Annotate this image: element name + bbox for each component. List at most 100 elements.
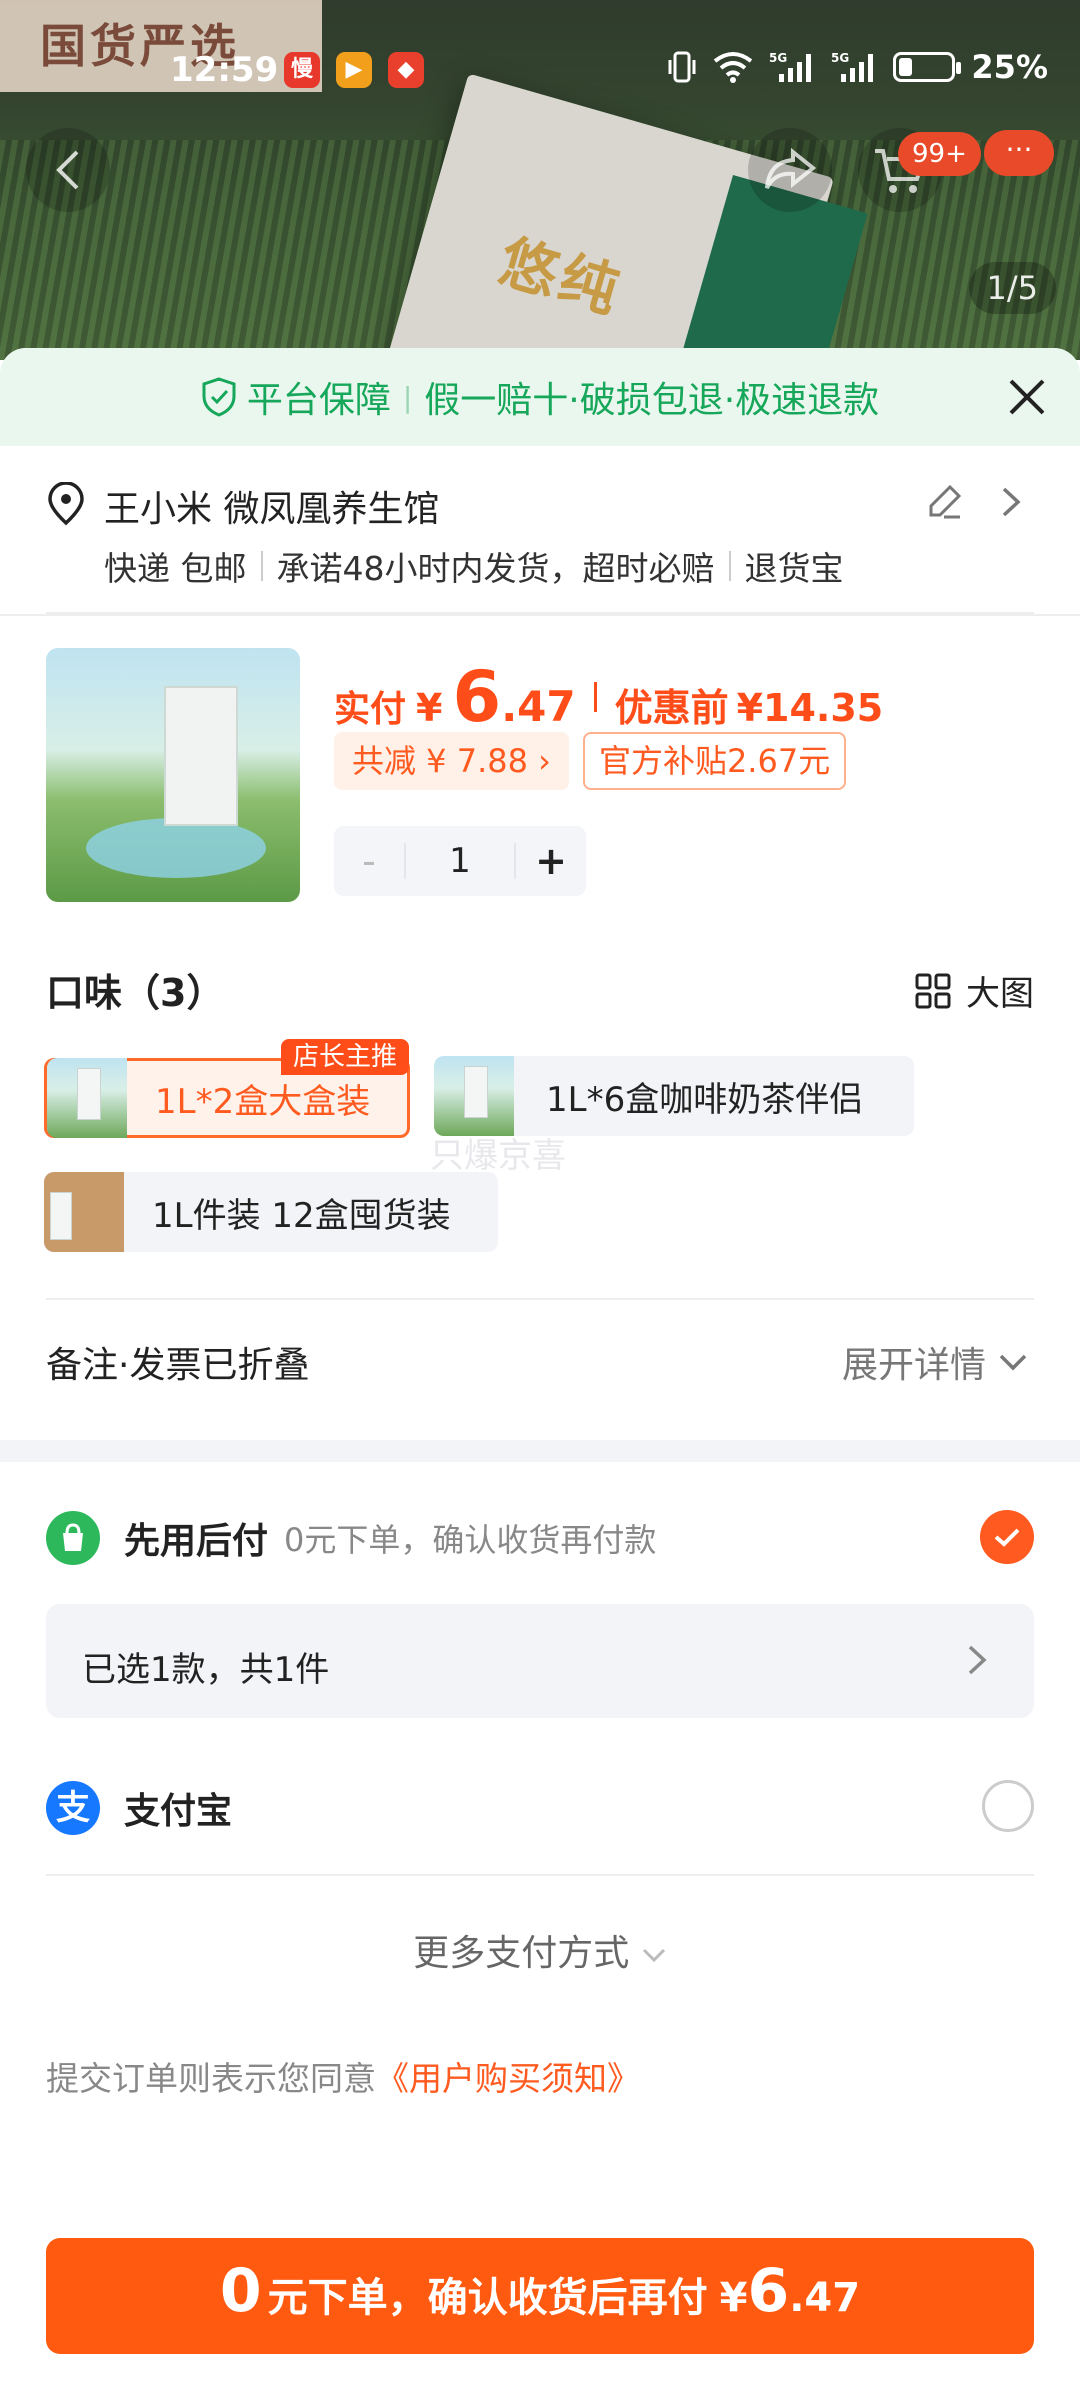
paid-price-decimal: .47 (501, 682, 576, 731)
flavor-option-label: 1L件装 12盒囤货装 (152, 1195, 451, 1236)
back-button[interactable] (26, 128, 110, 212)
faint-watermark: 只爆京喜 (430, 1136, 566, 1176)
delivery-divider (260, 551, 263, 581)
address-divider (46, 612, 1034, 614)
status-bar: 12:59 慢 ▶ ◆ 5G 5G 25% (0, 40, 1080, 110)
cta-amount-integer: 6 (747, 2256, 790, 2326)
big-image-toggle[interactable]: 大图 (914, 966, 1034, 1015)
before-discount-label: 优惠前 (614, 686, 729, 730)
cta-currency: ¥ (719, 2275, 748, 2321)
alipay-option[interactable]: 支 支付宝 (46, 1778, 1034, 1838)
back-icon (56, 150, 79, 190)
grid-icon (915, 973, 951, 1008)
cta-amount-decimal: .47 (789, 2275, 861, 2321)
discount-tags: 共减 ¥ 7.88 › 官方补贴2.67元 (334, 732, 847, 790)
purchase-terms-link[interactable]: 《用户购买须知》 (376, 2059, 640, 2098)
quantity-stepper: - 1 + (334, 826, 586, 896)
delivery-method: 快递 包邮 (104, 549, 247, 588)
delivery-info: 快递 包邮 承诺48小时内发货，超时必赔 退货宝 (104, 542, 844, 590)
price-row: 实付 ¥ 6 .47 优惠前 ¥14.35 (334, 656, 883, 738)
total-discount-text: 共减 ¥ 7.88 (352, 742, 528, 780)
pay-later-title: 先用后付 (124, 1521, 269, 1562)
submit-order-button[interactable]: 0 元下单，确认收货后再付 ¥ 6 .47 (46, 2238, 1034, 2354)
decrease-button[interactable]: - (334, 839, 404, 883)
close-icon (1009, 379, 1045, 415)
quantity-value[interactable]: 1 (404, 843, 516, 879)
vibrate-icon (668, 51, 696, 83)
flavor-option-label: 1L*6盒咖啡奶茶伴侣 (546, 1079, 864, 1120)
recommend-badge: 店长主推 (280, 1039, 409, 1075)
flavor-option-12-box[interactable]: 1L件装 12盒囤货装 (44, 1172, 498, 1252)
alipay-label: 支付宝 (124, 1791, 233, 1832)
edit-pencil-icon[interactable] (926, 482, 964, 520)
flavor-option-thumb (434, 1056, 514, 1136)
cta-text: 元下单，确认收货后再付 (267, 2275, 708, 2321)
paid-price-integer: 6 (452, 656, 502, 738)
purchase-agreement: 提交订单则表示您同意《用户购买须知》 (46, 2052, 640, 2100)
wifi-icon (714, 52, 753, 83)
expand-details-button[interactable]: 展开详情 (842, 1336, 1028, 1388)
big-image-label: 大图 (966, 974, 1034, 1014)
agreement-prefix: 提交订单则表示您同意 (46, 2059, 376, 2098)
paid-currency: ¥ (416, 686, 443, 730)
paid-label: 实付 (334, 689, 407, 730)
recipient-name: 王小米 微凤凰养生馆 (104, 489, 440, 530)
chevron-down-icon (642, 1948, 665, 1963)
shield-check-icon (202, 377, 236, 417)
more-menu-button[interactable]: ··· (984, 130, 1054, 176)
share-button[interactable] (748, 128, 832, 212)
alipay-radio[interactable] (982, 1780, 1034, 1832)
pay-later-bag-icon (46, 1511, 100, 1565)
total-discount-tag[interactable]: 共减 ¥ 7.88 › (334, 732, 569, 790)
price-divider (593, 682, 597, 712)
svg-text:5G: 5G (769, 51, 787, 65)
pay-later-option[interactable]: 先用后付 0元下单，确认收货再付款 (46, 1510, 1034, 1566)
flavor-title: 口味（3） (46, 971, 225, 1015)
shop-app-icon: ◆ (388, 52, 424, 88)
product-thumbnail[interactable] (46, 648, 300, 902)
section-gap (0, 1440, 1080, 1462)
selected-summary-text: 已选1款，共1件 (82, 1650, 330, 1690)
status-right: 5G 5G 25% (667, 48, 1048, 86)
thumb-pond (86, 818, 266, 878)
flavor-option-thumb (47, 1058, 127, 1138)
chevron-right-small-icon: › (538, 742, 551, 780)
flavor-option-2-box[interactable]: 1L*2盒大盒装 店长主推 (44, 1039, 410, 1138)
guarantee-items: 假一赔十·破损包退·极速退款 (424, 380, 880, 421)
selected-check-icon[interactable] (980, 1510, 1034, 1564)
note-divider (46, 1298, 1034, 1300)
chevron-right-icon (1002, 487, 1021, 517)
increase-button[interactable]: + (516, 839, 586, 883)
location-pin-icon (48, 482, 84, 526)
flavor-option-6-box[interactable]: 1L*6盒咖啡奶茶伴侣 (434, 1056, 914, 1136)
cart-count-badge: 99+ (898, 132, 981, 176)
flavor-option-label: 1L*2盒大盒装 (155, 1081, 371, 1122)
return-insurance: 退货宝 (744, 549, 844, 588)
svg-text:5G: 5G (831, 51, 849, 65)
note-invoice-label: 备注·发票已折叠 (46, 1345, 310, 1386)
share-icon (765, 148, 817, 189)
selected-items-summary[interactable]: 已选1款，共1件 (46, 1604, 1034, 1718)
close-button[interactable] (1000, 370, 1054, 424)
thumb-milk-box (164, 686, 238, 826)
status-time: 12:59 (170, 50, 279, 90)
video-app-icon: ▶ (336, 52, 372, 88)
battery-percent: 25% (971, 48, 1048, 86)
subsidy-tag: 官方补贴2.67元 (582, 732, 847, 790)
more-payment-methods[interactable]: 更多支付方式 (0, 1924, 1080, 1976)
before-discount-price: ¥14.35 (736, 686, 884, 730)
flavor-option-thumb (44, 1172, 124, 1252)
alipay-icon: 支 (46, 1781, 100, 1835)
address-section[interactable]: 王小米 微凤凰养生馆 快递 包邮 承诺48小时内发货，超时必赔 退货宝 (0, 446, 1080, 616)
signal-5g-icon-2: 5G (831, 51, 874, 82)
manbo-app-icon: 慢 (284, 52, 320, 88)
battery-icon (893, 52, 962, 82)
platform-guarantee-banner: 平台保障 | 假一赔十·破损包退·极速退款 (0, 348, 1080, 446)
more-payment-label: 更多支付方式 (413, 1933, 630, 1974)
alipay-divider (46, 1874, 1034, 1876)
product-gallery-backdrop: 悠纯 国货严选 12:59 慢 ▶ ◆ 5G 5G 25% 99+ ··· 1/… (0, 0, 1080, 360)
signal-5g-icon: 5G (769, 51, 812, 82)
cta-zero: 0 (219, 2256, 262, 2326)
guarantee-divider: | (402, 380, 413, 414)
delivery-promise: 承诺48小时内发货，超时必赔 (276, 549, 715, 588)
